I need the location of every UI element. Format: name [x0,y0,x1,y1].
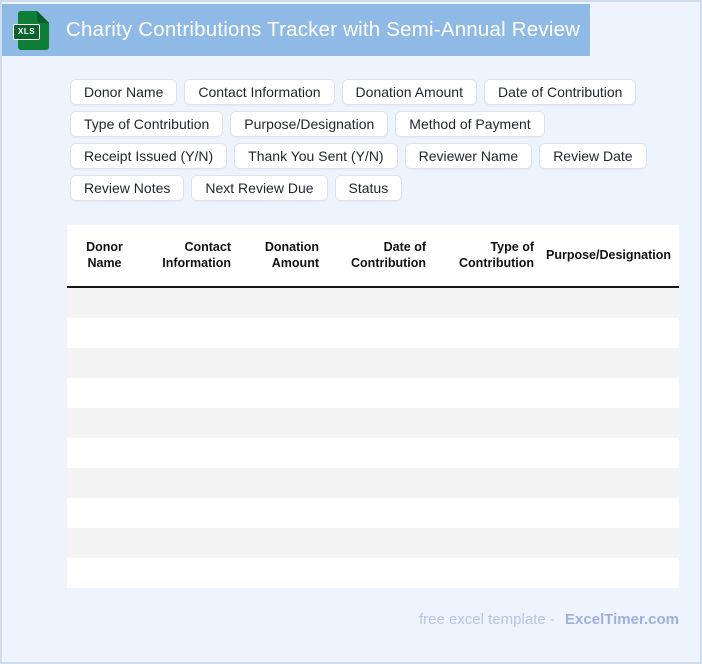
footer-brand-link[interactable]: ExcelTimer.com [565,611,679,628]
table-row [67,528,679,558]
chip-row: Receipt Issued (Y/N) Thank You Sent (Y/N)… [70,143,660,169]
page: XLS Charity Contributions Tracker with S… [0,0,702,664]
table-row [67,498,679,528]
chip-review-date[interactable]: Review Date [539,143,647,169]
chip-reviewer-name[interactable]: Reviewer Name [404,143,533,169]
chip-row: Type of Contribution Purpose/Designation M… [70,111,660,137]
table-row [67,318,679,348]
xls-badge-label: XLS [13,23,41,40]
chip-receipt-issued-y-n[interactable]: Receipt Issued (Y/N) [70,143,228,169]
chip-thank-you-sent-y-n[interactable]: Thank You Sent (Y/N) [234,143,398,169]
table-row [67,438,679,468]
chip-contact-information[interactable]: Contact Information [184,79,335,105]
table-row [67,348,679,378]
chip-method-of-payment[interactable]: Method of Payment [395,111,545,137]
table-body [67,288,679,588]
chip-row: Review Notes Next Review Due Status [70,175,660,201]
contributions-table: Donor Name Contact Information Donation Am… [67,225,679,588]
chip-next-review-due[interactable]: Next Review Due [191,175,328,201]
table-row [67,288,679,318]
xls-file-icon: XLS [13,10,49,50]
table-row [67,378,679,408]
column-header-donor-name: Donor Name [86,239,123,270]
page-title: Charity Contributions Tracker with Semi-… [66,18,581,41]
chip-type-of-contribution[interactable]: Type of Contribution [70,111,224,137]
footer-credit-text: free excel template - [418,611,555,628]
column-header-contact-information: Contact Information [162,239,231,270]
folded-corner [37,10,49,23]
field-chip-list: Donor Name Contact Information Donation Am… [70,79,660,201]
chip-donation-amount[interactable]: Donation Amount [341,79,477,105]
title-bar: XLS Charity Contributions Tracker with S… [2,4,590,56]
table-row [67,558,679,588]
column-header-donation-amount: Donation Amount [264,239,319,270]
chip-row: Donor Name Contact Information Donation Am… [70,79,660,105]
chip-purpose-designation[interactable]: Purpose/Designation [230,111,389,137]
column-header-type-of-contribution: Type of Contribution [459,239,534,270]
column-header-purpose-designation: Purpose/Designation [546,247,672,262]
chip-status[interactable]: Status [334,175,403,201]
chip-date-of-contribution[interactable]: Date of Contribution [483,79,637,105]
table-header-row: Donor Name Contact Information Donation Am… [67,225,679,288]
table-row [67,468,679,498]
table-row [67,408,679,438]
footer: free excel template - ExcelTimer.com [2,611,700,628]
chip-donor-name[interactable]: Donor Name [70,79,178,105]
column-header-date-of-contribution: Date of Contribution [351,239,426,270]
chip-review-notes[interactable]: Review Notes [70,175,185,201]
